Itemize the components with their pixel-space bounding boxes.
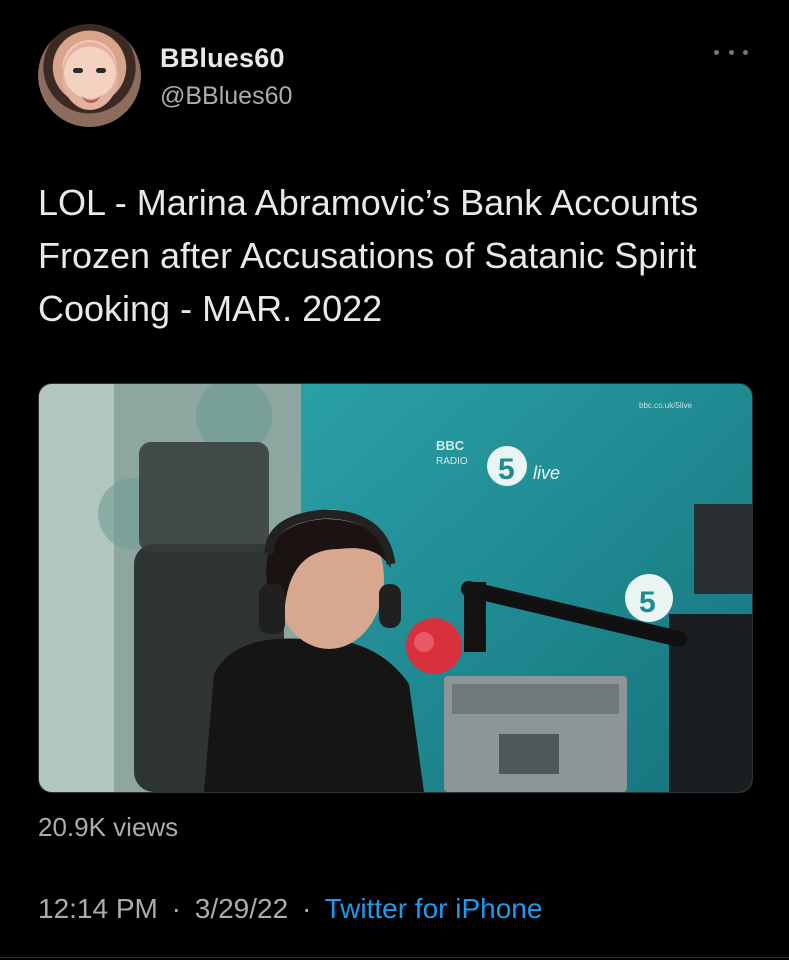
more-dot — [714, 49, 719, 55]
tweet-media-image[interactable]: BBC RADIO 5 live 5 bbc.co.uk/5live — [38, 383, 753, 793]
avatar[interactable] — [38, 24, 141, 127]
author-display-name[interactable]: BBlues60 — [160, 43, 285, 74]
wall-live-text: live — [533, 463, 560, 483]
author-handle[interactable]: @BBlues60 — [160, 82, 292, 111]
tweet-date[interactable]: 3/29/22 — [195, 893, 288, 924]
radio-studio-photo: BBC RADIO 5 live 5 bbc.co.uk/5live — [39, 384, 752, 792]
avatar-eye — [96, 68, 106, 73]
more-dot — [743, 49, 748, 55]
tweet-source-link[interactable]: Twitter for iPhone — [325, 893, 543, 924]
wall-radio-text: RADIO — [436, 456, 468, 467]
wall-five-text: 5 — [498, 453, 515, 486]
avatar-eye — [73, 68, 83, 73]
wall-bbc-text: BBC — [436, 438, 465, 453]
tweet-text: LOL - Marina Abramovic’s Bank Accounts F… — [38, 182, 699, 329]
more-dot — [728, 49, 734, 55]
tweet-metadata: 12:14 PM · 3/29/22 · Twitter for iPhone — [38, 893, 542, 925]
wall-url-text: bbc.co.uk/5live — [639, 401, 692, 410]
more-horizontal-icon[interactable] — [714, 42, 748, 62]
view-count: 20.9K views — [38, 812, 179, 842]
divider — [0, 957, 789, 958]
meta-separator: · — [171, 893, 181, 924]
svg-text:5: 5 — [639, 586, 656, 619]
tweet-time[interactable]: 12:14 PM — [38, 893, 158, 924]
meta-separator: · — [301, 893, 312, 924]
